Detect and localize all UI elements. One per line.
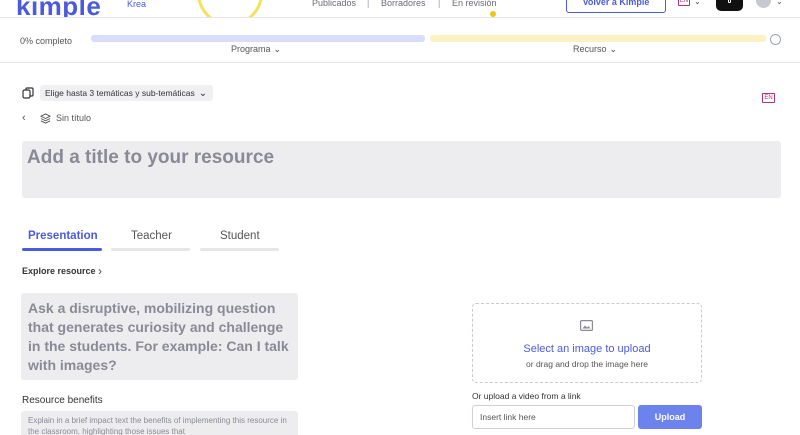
nav-review[interactable]: En revisión — [452, 0, 497, 8]
language-badge[interactable]: EN — [762, 93, 775, 103]
breadcrumb-title: Sin título — [56, 113, 92, 123]
chevron-down-icon: ⌄ — [609, 44, 618, 54]
program-segment-toggle[interactable]: Programa ⌄ — [231, 44, 281, 55]
tab-teacher[interactable]: Teacher — [131, 230, 172, 242]
video-link-input[interactable] — [472, 405, 635, 429]
program-progress-bar — [91, 35, 425, 42]
chevron-down-icon: ⌄ — [273, 44, 282, 54]
topics-label: Elige hasta 3 temáticas y sub-temáticas — [45, 88, 195, 98]
kimple-logo[interactable]: kimple — [16, 0, 101, 17]
benefits-label: Resource benefits — [22, 395, 103, 406]
question-textarea[interactable]: Ask a disruptive, mobilizing question th… — [21, 293, 298, 380]
progress-end-circle-icon — [770, 34, 781, 45]
decorative-arc — [197, 0, 263, 17]
review-indicator-dot — [490, 11, 496, 17]
upload-button[interactable]: Upload — [638, 405, 702, 429]
tab-teacher-underline — [111, 248, 190, 251]
nav-separator: | — [438, 0, 441, 8]
user-avatar[interactable] — [756, 0, 771, 8]
top-header: kimple Krea Publicados | Borradores | En… — [0, 0, 800, 18]
benefits-textarea[interactable]: Explain in a brief impact text the benef… — [21, 411, 298, 435]
video-link-label: Or upload a video from a link — [472, 391, 581, 401]
tab-presentation-underline — [22, 248, 102, 251]
resource-segment-toggle[interactable]: Recurso ⌄ — [573, 44, 617, 55]
chevron-down-icon: ⌄ — [198, 88, 208, 99]
language-chevron-down-icon[interactable]: ⌄ — [694, 0, 701, 6]
program-segment-label: Programa — [231, 44, 271, 54]
device-preview-button[interactable] — [716, 0, 743, 11]
phone-icon — [728, 0, 731, 3]
title-placeholder[interactable]: Add a title to your resource — [27, 147, 274, 169]
progress-label: 0% completo — [20, 36, 73, 46]
layers-icon — [40, 113, 51, 124]
resource-progress-bar — [430, 35, 766, 42]
resource-segment-label: Recurso — [573, 44, 607, 54]
tab-student[interactable]: Student — [220, 230, 260, 242]
nav-separator: | — [367, 0, 370, 8]
divider — [0, 62, 800, 63]
nav-drafts[interactable]: Borradores — [381, 0, 426, 8]
copy-icon — [22, 87, 34, 99]
chevron-right-icon[interactable]: › — [98, 264, 102, 278]
tab-student-underline — [200, 248, 279, 251]
logo-subtitle: Krea — [127, 0, 147, 9]
image-icon — [580, 320, 593, 331]
back-chevron-icon[interactable]: ‹ — [22, 112, 26, 124]
topics-selector[interactable]: Elige hasta 3 temáticas y sub-temáticas ⌄ — [40, 85, 214, 101]
upload-image-subtitle: or drag and drop the image here — [526, 359, 648, 369]
back-to-kimple-button[interactable]: Volver a Kimple — [566, 0, 666, 13]
tab-presentation[interactable]: Presentation — [28, 230, 98, 242]
explore-resource-link[interactable]: Explore resource — [22, 266, 96, 276]
upload-image-title[interactable]: Select an image to upload — [472, 343, 702, 355]
user-menu-chevron-down-icon[interactable]: ⌄ — [776, 0, 783, 6]
nav-published[interactable]: Publicados — [312, 0, 356, 8]
language-flag-icon[interactable]: EN — [678, 0, 690, 6]
